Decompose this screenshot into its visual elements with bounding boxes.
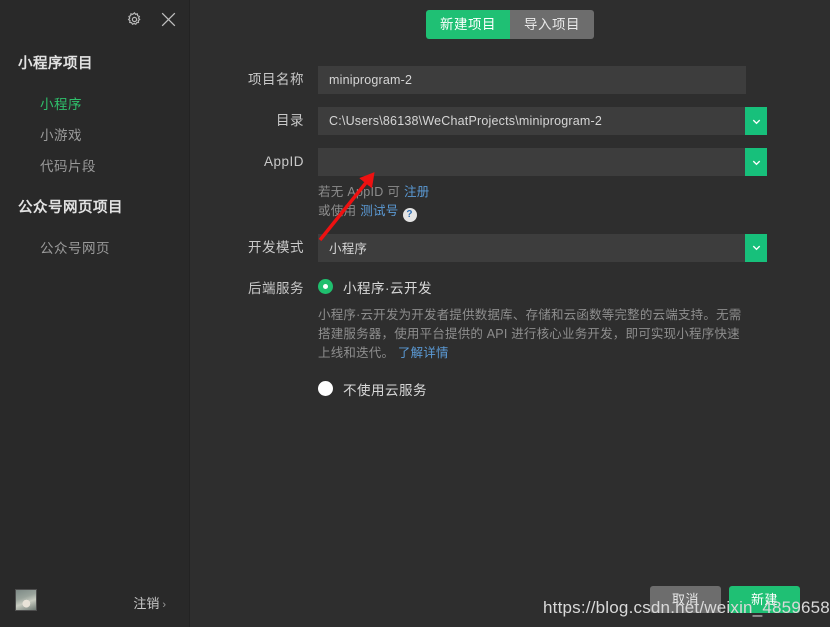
- row-directory: 目录 C:\Users\86138\WeChatProjects\minipro…: [190, 107, 830, 135]
- learn-more-link[interactable]: 了解详情: [398, 346, 449, 360]
- project-name-value: miniprogram-2: [329, 73, 413, 87]
- chevron-down-icon: [752, 160, 760, 165]
- window-controls: [123, 8, 179, 30]
- appid-hint-line1: 若无 AppID 可 注册: [318, 183, 830, 202]
- form-actions: 取消 新建: [649, 586, 800, 613]
- dev-mode-value: 小程序: [329, 242, 368, 256]
- appid-hint-line2: 或使用 测试号?: [318, 202, 830, 222]
- appid-dropdown-button[interactable]: [745, 148, 767, 176]
- project-name-input[interactable]: miniprogram-2: [318, 66, 746, 94]
- register-link[interactable]: 注册: [404, 185, 430, 199]
- sidebar: 小程序项目 小程序 小游戏 代码片段 公众号网页项目 公众号网页 注销 ›: [0, 0, 190, 627]
- cloud-development-description: 小程序·云开发为开发者提供数据库、存储和云函数等完整的云端支持。无需搭建服务器，…: [318, 306, 748, 363]
- question-mark-icon[interactable]: ?: [402, 207, 417, 222]
- close-icon[interactable]: [157, 8, 179, 30]
- sidebar-item-code-snippet[interactable]: 代码片段: [40, 155, 96, 175]
- create-button[interactable]: 新建: [728, 586, 800, 613]
- backend-service-options: 小程序·云开发 小程序·云开发为开发者提供数据库、存储和云函数等完整的云端支持。…: [318, 275, 758, 401]
- sidebar-group-title-miniprogram: 小程序项目: [18, 56, 93, 72]
- sidebar-footer: 注销 ›: [0, 580, 190, 627]
- radio-cloud-development[interactable]: 小程序·云开发: [318, 275, 758, 299]
- logout-label: 注销: [133, 596, 160, 611]
- cancel-button[interactable]: 取消: [649, 586, 721, 613]
- row-appid: AppID: [190, 148, 830, 176]
- row-project-name: 项目名称 miniprogram-2: [190, 66, 830, 94]
- chevron-down-icon: [752, 245, 760, 251]
- appid-hint: 若无 AppID 可 注册 或使用 测试号?: [318, 183, 830, 222]
- tab-import-project[interactable]: 导入项目: [510, 10, 594, 39]
- label-backend-service: 后端服务: [248, 280, 304, 296]
- test-account-link[interactable]: 测试号: [360, 204, 398, 218]
- radio-unselected-icon: [318, 381, 333, 396]
- gear-icon[interactable]: [123, 8, 145, 30]
- new-project-form: 项目名称 miniprogram-2 目录 C:\Users\86138\WeC…: [190, 66, 830, 414]
- cloud-development-description-text: 小程序·云开发为开发者提供数据库、存储和云函数等完整的云端支持。无需搭建服务器，…: [318, 307, 742, 360]
- sidebar-item-minigame[interactable]: 小游戏: [40, 124, 82, 144]
- radio-cloud-development-label: 小程序·云开发: [343, 280, 432, 296]
- dev-mode-dropdown-button[interactable]: [745, 233, 767, 262]
- appid-hint-line2-text: 或使用: [318, 204, 361, 218]
- tabbar: 新建项目 导入项目: [190, 10, 830, 39]
- dev-mode-select[interactable]: 小程序: [318, 233, 767, 262]
- tab-new-project[interactable]: 新建项目: [426, 10, 510, 39]
- radio-selected-icon: [318, 279, 333, 294]
- label-directory: 目录: [276, 113, 304, 128]
- directory-input[interactable]: C:\Users\86138\WeChatProjects\miniprogra…: [318, 107, 767, 135]
- directory-value: C:\Users\86138\WeChatProjects\miniprogra…: [329, 114, 603, 128]
- radio-no-cloud-service-label: 不使用云服务: [343, 382, 427, 398]
- avatar[interactable]: [15, 589, 37, 611]
- label-project-name: 项目名称: [248, 72, 304, 87]
- logout-button[interactable]: 注销 ›: [133, 593, 166, 612]
- appid-hint-line1-text: 若无 AppID 可: [318, 185, 404, 199]
- sidebar-item-official-account-page[interactable]: 公众号网页: [40, 237, 110, 257]
- sidebar-group-title-official-account: 公众号网页项目: [18, 200, 123, 216]
- row-backend-service: 后端服务 小程序·云开发 小程序·云开发为开发者提供数据库、存储和云函数等完整的…: [190, 275, 830, 401]
- radio-no-cloud-service[interactable]: 不使用云服务: [318, 377, 758, 401]
- label-appid: AppID: [263, 154, 304, 169]
- appid-input[interactable]: [318, 148, 767, 176]
- main-panel: 新建项目 导入项目 项目名称 miniprogram-2 目录 C:\Users…: [190, 0, 830, 627]
- directory-dropdown-button[interactable]: [745, 107, 767, 135]
- row-dev-mode: 开发模式 小程序: [190, 233, 830, 262]
- sidebar-item-miniprogram[interactable]: 小程序: [40, 93, 82, 113]
- label-dev-mode: 开发模式: [248, 239, 304, 255]
- chevron-right-icon: ›: [162, 599, 166, 611]
- chevron-down-icon: [752, 119, 760, 124]
